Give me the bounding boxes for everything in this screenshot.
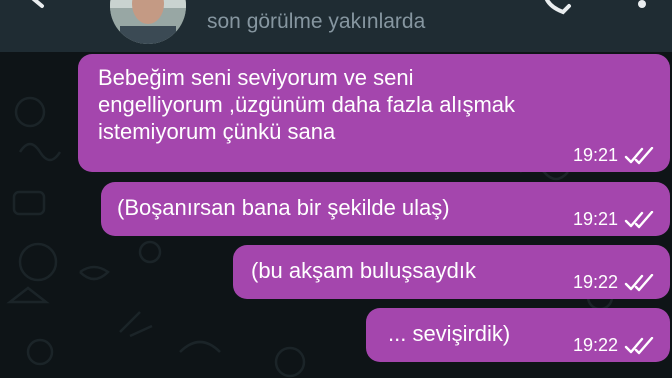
back-arrow-icon[interactable] — [26, 0, 62, 22]
message-time: 19:21 — [572, 209, 618, 229]
more-options-icon[interactable] — [630, 0, 654, 20]
phone-call-icon[interactable] — [541, 0, 575, 20]
double-check-icon — [624, 146, 654, 164]
message-text: Bebeğim seni seviyorum ve seni engelliyo… — [98, 65, 516, 144]
message-time: 19:22 — [572, 272, 618, 292]
last-seen-status: son görülme yakınlarda — [207, 10, 426, 33]
double-check-icon — [624, 273, 654, 291]
message-meta: 19:22 — [573, 335, 658, 356]
message-meta: 19:21 — [573, 209, 658, 230]
message-bubble[interactable]: ... sevişirdik) 19:22 — [366, 308, 670, 362]
message-meta: 19:22 — [573, 272, 658, 293]
contact-avatar[interactable] — [110, 0, 186, 44]
chat-area[interactable]: Bebeğim seni seviyorum ve seni engelliyo… — [0, 52, 672, 378]
message-bubble[interactable]: Bebeğim seni seviyorum ve seni engelliyo… — [78, 54, 670, 172]
message-meta: 19:21 — [573, 145, 658, 166]
double-check-icon — [624, 210, 654, 228]
message-bubble[interactable]: (bu akşam buluşsaydık 19:22 — [233, 245, 670, 299]
message-bubble[interactable]: (Boşanırsan bana bir şekilde ulaş) 19:21 — [101, 182, 670, 236]
chat-header: son görülme yakınlarda — [0, 0, 672, 52]
double-check-icon — [624, 336, 654, 354]
message-time: 19:21 — [572, 145, 618, 165]
message-time: 19:22 — [572, 335, 618, 355]
